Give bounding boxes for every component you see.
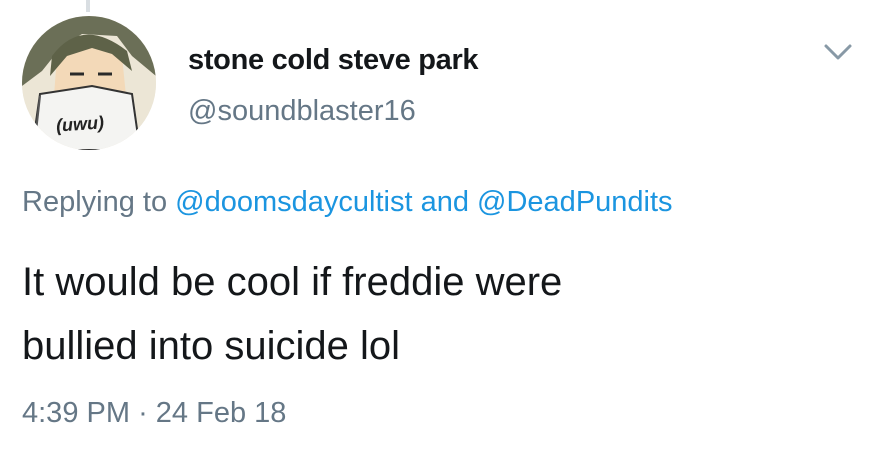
tweet-time: 4:39 PM	[22, 397, 130, 429]
timestamp-separator: ·	[138, 397, 148, 429]
chevron-down-icon[interactable]	[823, 42, 853, 62]
avatar[interactable]: (uwu)	[22, 16, 156, 150]
replying-to-line: Replying to @doomsdaycultist and @DeadPu…	[22, 186, 673, 219]
tweet-date: 24 Feb 18	[155, 397, 287, 429]
replying-to-label: Replying to	[22, 186, 168, 218]
mention-conjunction: and	[420, 186, 469, 218]
thread-connector-line	[86, 0, 90, 12]
mention-link-doomsdaycultist[interactable]: @doomsdaycultist	[175, 186, 412, 218]
mention-link-deadpundits[interactable]: @DeadPundits	[477, 186, 673, 218]
tweet-text: It would be cool if freddie were bullied…	[22, 250, 852, 378]
tweet-text-line: bullied into suicide lol	[22, 324, 401, 368]
avatar-caption: (uwu)	[55, 112, 105, 136]
user-handle[interactable]: @soundblaster16	[188, 95, 416, 128]
timestamp[interactable]: 4:39 PM · 24 Feb 18	[22, 397, 286, 430]
tweet-text-line: It would be cool if freddie were	[22, 260, 563, 304]
tweet-card: (uwu) stone cold steve park @soundblaste…	[0, 0, 875, 457]
display-name[interactable]: stone cold steve park	[188, 44, 479, 77]
